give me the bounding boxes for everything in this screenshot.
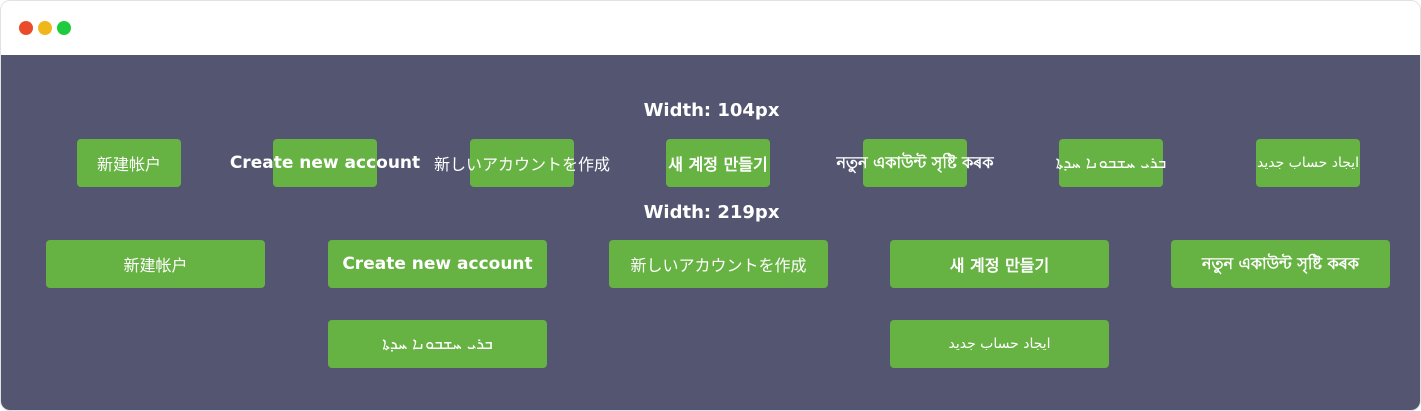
create-account-button-persian-219[interactable]: ایجاد حساب جدید bbox=[890, 320, 1109, 368]
create-account-button-english-104[interactable]: Create new account bbox=[230, 139, 420, 187]
create-account-button-japanese-219[interactable]: 新しいアカウントを作成 bbox=[609, 240, 828, 288]
create-account-button-assamese-219[interactable]: নতুন একাউন্ট সৃষ্টি কৰক bbox=[1171, 240, 1390, 288]
create-account-button-japanese-104[interactable]: 新しいアカウントを作成 bbox=[434, 139, 610, 187]
section-heading-219: Width: 219px bbox=[643, 202, 780, 223]
create-account-button-korean-219[interactable]: 새 계정 만들기 bbox=[890, 240, 1109, 288]
minimize-window-icon[interactable] bbox=[38, 21, 52, 35]
create-account-button-chinese-219[interactable]: 新建帐户 bbox=[46, 240, 265, 288]
create-account-button-chinese-104[interactable]: 新建帐户 bbox=[77, 139, 181, 187]
maximize-window-icon[interactable] bbox=[57, 21, 71, 35]
create-account-button-english-219[interactable]: Create new account bbox=[328, 240, 547, 288]
create-account-button-assamese-104[interactable]: নতুন একাউন্ট সৃষ্টি কৰক bbox=[837, 139, 994, 187]
title-bar bbox=[1, 1, 1420, 55]
create-account-button-korean-104[interactable]: 새 계정 만들기 bbox=[666, 139, 770, 187]
create-account-button-persian-104[interactable]: ایجاد حساب جدید bbox=[1256, 139, 1360, 187]
create-account-button-syriac-219[interactable]: ܒܪܝ ܚܫܒܘܢܐ ܚܕܬܐ bbox=[328, 320, 547, 368]
content-area: Width: 104px 新建帐户 Create new account 新しい… bbox=[1, 55, 1420, 410]
section-heading-104: Width: 104px bbox=[643, 100, 780, 121]
close-window-icon[interactable] bbox=[19, 21, 33, 35]
create-account-button-syriac-104[interactable]: ܒܪܝ ܚܫܒܘܢܐ ܚܕܬܐ bbox=[1056, 139, 1166, 187]
app-window: Width: 104px 新建帐户 Create new account 新しい… bbox=[0, 0, 1421, 411]
